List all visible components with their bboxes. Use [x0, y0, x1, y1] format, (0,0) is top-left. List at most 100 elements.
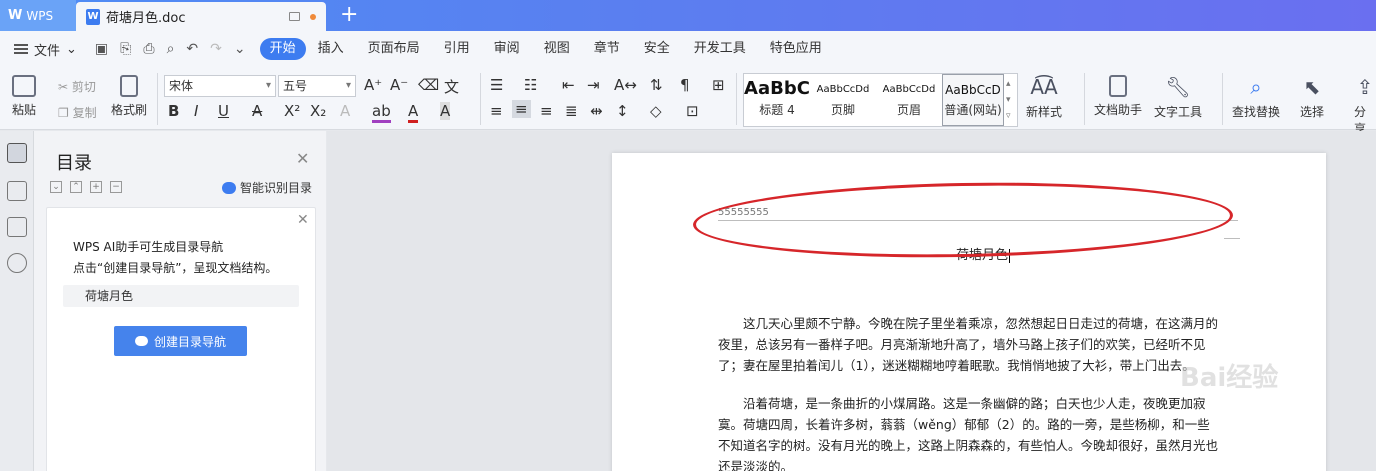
- toc-nav-icon[interactable]: [7, 143, 27, 163]
- menu-bar: 文件 ⌄ ▣ ⎘ ⎙ ⌕ ↶ ↷ ⌄ 开始 插入 页面布局 引用 审阅 视图 章…: [0, 31, 1376, 67]
- divider: [157, 73, 158, 125]
- shading-icon[interactable]: ◇: [650, 102, 662, 120]
- print-preview-icon[interactable]: ⌕: [167, 41, 175, 57]
- tab-special[interactable]: 特色应用: [758, 38, 834, 60]
- line-spacing-icon[interactable]: ↕: [616, 102, 629, 120]
- expand-icon[interactable]: ⌃: [70, 181, 82, 193]
- copy-button[interactable]: ❐ 复制: [58, 104, 97, 121]
- font-name-select[interactable]: 宋体: [164, 75, 276, 97]
- style-sample: AaBbC: [744, 78, 810, 99]
- strikethrough-icon[interactable]: A: [252, 102, 262, 120]
- monitor-icon[interactable]: [289, 12, 300, 21]
- redo-icon[interactable]: ↷: [210, 41, 222, 57]
- style-footer[interactable]: AaBbCcDd 页脚: [810, 74, 876, 126]
- ai-hint-line1: WPS AI助手可生成目录导航: [73, 240, 224, 254]
- doc-assistant-button[interactable]: 文档助手: [1094, 75, 1142, 118]
- create-toc-button[interactable]: 创建目录导航: [114, 326, 247, 356]
- border-icon[interactable]: ⊡: [686, 102, 699, 120]
- tab-developer[interactable]: 开发工具: [682, 38, 758, 60]
- pinyin-icon[interactable]: 文: [444, 76, 459, 97]
- text-effect-icon[interactable]: A: [340, 102, 350, 120]
- style-heading4[interactable]: AaBbC 标题 4: [744, 74, 810, 126]
- bold-icon[interactable]: B: [168, 102, 179, 120]
- sort-icon[interactable]: ⇅: [650, 76, 663, 94]
- char-shading-icon[interactable]: A: [440, 102, 451, 120]
- cut-button[interactable]: ✂ 剪切: [58, 78, 96, 95]
- text-tools-button[interactable]: 🔧︎ 文字工具: [1154, 75, 1202, 120]
- decrease-indent-icon[interactable]: ⇤: [562, 76, 575, 94]
- style-header[interactable]: AaBbCcDd 页眉: [876, 74, 942, 126]
- paste-button[interactable]: 粘贴: [12, 75, 36, 118]
- watermark: Bai经验: [1180, 363, 1279, 393]
- new-style-button[interactable]: A͡A 新样式: [1026, 75, 1062, 120]
- tab-page-layout[interactable]: 页面布局: [356, 38, 432, 60]
- divider: [1084, 73, 1085, 125]
- find-panel-icon[interactable]: [7, 253, 27, 273]
- underline-icon[interactable]: U: [218, 102, 229, 120]
- bookmark-icon[interactable]: [7, 217, 27, 237]
- share-button[interactable]: ⇪ 分享: [1354, 75, 1376, 137]
- increase-indent-icon[interactable]: ⇥: [587, 76, 600, 94]
- new-tab-button[interactable]: +: [340, 2, 358, 28]
- show-marks-icon[interactable]: ¶: [680, 76, 690, 94]
- save-icon[interactable]: ▣: [95, 41, 108, 57]
- find-replace-button[interactable]: ⌕ 查找替换: [1232, 75, 1280, 120]
- scissors-icon: ✂: [58, 80, 69, 94]
- close-icon[interactable]: ✕: [297, 212, 309, 228]
- new-style-icon: A͡A: [1030, 75, 1058, 99]
- style-sample: AaBbCcD: [945, 83, 1001, 97]
- collapse-icon[interactable]: ⌄: [50, 181, 62, 193]
- close-icon[interactable]: ✕: [296, 149, 309, 168]
- remove-icon[interactable]: −: [110, 181, 122, 193]
- align-right-icon[interactable]: ≡: [540, 102, 553, 120]
- style-sample: AaBbCcDd: [882, 84, 936, 95]
- wps-home-tab[interactable]: W WPS: [0, 0, 76, 31]
- font-spacing-icon[interactable]: A↔: [614, 76, 637, 94]
- bullet-list-icon[interactable]: ☰: [490, 76, 503, 94]
- file-menu[interactable]: 文件 ⌄: [14, 40, 77, 59]
- toc-panel-title: 目录: [56, 153, 92, 174]
- distribute-icon[interactable]: ⇹: [590, 102, 603, 120]
- select-button[interactable]: ⬉ 选择: [1300, 75, 1324, 120]
- paragraph[interactable]: 沿着荷塘，是一条曲折的小煤屑路。这是一条幽僻的路；白天也少人走，夜晚更加寂寞。荷…: [718, 393, 1218, 471]
- style-scroll[interactable]: ▴ ▾ ▿: [1006, 76, 1011, 124]
- add-icon[interactable]: +: [90, 181, 102, 193]
- document-tab[interactable]: W 荷塘月色.doc: [76, 2, 326, 31]
- export-pdf-icon[interactable]: ⎘: [120, 41, 131, 57]
- tab-review[interactable]: 审阅: [482, 38, 532, 60]
- smart-detect-toc-button[interactable]: 智能识别目录: [222, 179, 312, 196]
- undo-icon[interactable]: ↶: [186, 41, 198, 57]
- superscript-icon[interactable]: X²: [284, 102, 300, 120]
- font-size-select[interactable]: 五号: [278, 75, 356, 97]
- align-left-icon[interactable]: ≡: [490, 102, 503, 120]
- tab-references[interactable]: 引用: [432, 38, 482, 60]
- customize-toolbar-icon[interactable]: ⌄: [234, 41, 246, 57]
- grow-font-icon[interactable]: A⁺: [364, 76, 382, 94]
- toc-item[interactable]: 荷塘月色: [63, 285, 299, 307]
- clear-format-icon[interactable]: ⌫: [418, 76, 439, 94]
- style-name: 页脚: [830, 103, 855, 117]
- tab-section[interactable]: 章节: [582, 38, 632, 60]
- justify-icon[interactable]: ≣: [565, 102, 578, 120]
- clipboard-icon: [12, 75, 36, 97]
- font-color-icon[interactable]: A: [408, 102, 419, 123]
- subscript-icon[interactable]: X₂: [310, 102, 326, 120]
- chapter-nav-icon[interactable]: [7, 181, 27, 201]
- select-label: 选择: [1300, 105, 1325, 119]
- table-style-icon[interactable]: ⊞: [712, 76, 725, 94]
- align-center-icon[interactable]: ≡: [512, 100, 531, 118]
- tab-security[interactable]: 安全: [632, 38, 682, 60]
- style-normal-web[interactable]: AaBbCcD 普通(网站): [942, 74, 1004, 126]
- print-icon[interactable]: ⎙: [143, 41, 154, 57]
- tab-insert[interactable]: 插入: [306, 38, 356, 60]
- format-painter-button[interactable]: 格式刷: [111, 75, 147, 118]
- shrink-font-icon[interactable]: A⁻: [390, 76, 408, 94]
- numbered-list-icon[interactable]: ☷: [524, 76, 537, 94]
- tab-home[interactable]: 开始: [259, 38, 306, 60]
- paragraph[interactable]: 这几天心里颇不宁静。今晚在院子里坐着乘凉，忽然想起日日走过的荷塘，在这满月的夜里…: [718, 313, 1218, 376]
- highlight-icon[interactable]: ab: [372, 102, 391, 123]
- copy-icon: ❐: [58, 106, 69, 120]
- cut-label: 剪切: [71, 80, 96, 94]
- tab-view[interactable]: 视图: [532, 38, 582, 60]
- italic-icon[interactable]: I: [194, 102, 198, 120]
